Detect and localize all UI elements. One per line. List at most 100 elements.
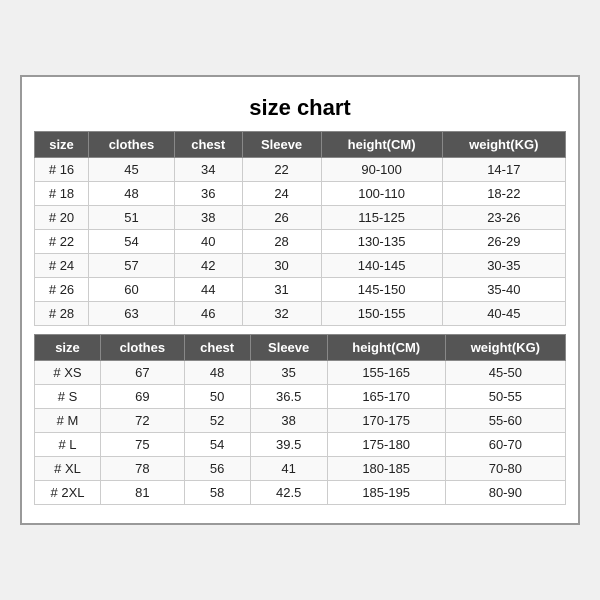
table-row: # XL785641180-18570-80 (35, 457, 566, 481)
column-header: size (35, 335, 101, 361)
table-cell: 48 (184, 361, 250, 385)
table-row: # 28634632150-15540-45 (35, 302, 566, 326)
table-cell: 56 (184, 457, 250, 481)
table-cell: 51 (89, 206, 175, 230)
table-cell: 26 (242, 206, 321, 230)
column-header: size (35, 132, 89, 158)
table-cell: # 18 (35, 182, 89, 206)
column-header: height(CM) (321, 132, 442, 158)
table-cell: 45-50 (445, 361, 565, 385)
table-cell: 58 (184, 481, 250, 505)
table-cell: 150-155 (321, 302, 442, 326)
table-cell: 67 (100, 361, 184, 385)
column-header: weight(KG) (445, 335, 565, 361)
table-cell: # 22 (35, 230, 89, 254)
table-cell: 28 (242, 230, 321, 254)
table-cell: # 28 (35, 302, 89, 326)
table-row: # 1645342290-10014-17 (35, 158, 566, 182)
table-row: # 20513826115-12523-26 (35, 206, 566, 230)
table-cell: 39.5 (250, 433, 327, 457)
table-cell: 75 (100, 433, 184, 457)
table-cell: 170-175 (327, 409, 445, 433)
table-row: # XS674835155-16545-50 (35, 361, 566, 385)
table-cell: 54 (89, 230, 175, 254)
table-cell: 80-90 (445, 481, 565, 505)
table-cell: 36 (174, 182, 242, 206)
column-header: clothes (100, 335, 184, 361)
table-cell: 14-17 (442, 158, 565, 182)
table-cell: 54 (184, 433, 250, 457)
column-header: Sleeve (242, 132, 321, 158)
table-cell: 38 (250, 409, 327, 433)
column-header: Sleeve (250, 335, 327, 361)
table-cell: 34 (174, 158, 242, 182)
table-cell: 22 (242, 158, 321, 182)
table-cell: 130-135 (321, 230, 442, 254)
table-cell: 55-60 (445, 409, 565, 433)
table-cell: # 2XL (35, 481, 101, 505)
table-cell: 30 (242, 254, 321, 278)
table-cell: 60-70 (445, 433, 565, 457)
column-header: chest (184, 335, 250, 361)
table-cell: 145-150 (321, 278, 442, 302)
table-cell: 50-55 (445, 385, 565, 409)
table-cell: 175-180 (327, 433, 445, 457)
table-cell: 155-165 (327, 361, 445, 385)
table-cell: 36.5 (250, 385, 327, 409)
table-cell: 140-145 (321, 254, 442, 278)
table-cell: # 20 (35, 206, 89, 230)
table-cell: 72 (100, 409, 184, 433)
table-cell: 180-185 (327, 457, 445, 481)
table-cell: 32 (242, 302, 321, 326)
column-header: weight(KG) (442, 132, 565, 158)
table-cell: 45 (89, 158, 175, 182)
table-cell: 63 (89, 302, 175, 326)
table-cell: 100-110 (321, 182, 442, 206)
table-cell: # M (35, 409, 101, 433)
table-cell: 60 (89, 278, 175, 302)
size-table-children: sizeclotheschestSleeveheight(CM)weight(K… (34, 131, 566, 326)
table-cell: # L (35, 433, 101, 457)
table-cell: # 24 (35, 254, 89, 278)
table-cell: 185-195 (327, 481, 445, 505)
column-header: chest (174, 132, 242, 158)
table-cell: 42 (174, 254, 242, 278)
size-table-adults: sizeclotheschestSleeveheight(CM)weight(K… (34, 334, 566, 505)
table-cell: 57 (89, 254, 175, 278)
table-row: # S695036.5165-17050-55 (35, 385, 566, 409)
table-row: # 2XL815842.5185-19580-90 (35, 481, 566, 505)
chart-title: size chart (34, 87, 566, 131)
table-cell: # XS (35, 361, 101, 385)
table-cell: 30-35 (442, 254, 565, 278)
table-cell: 69 (100, 385, 184, 409)
table-cell: 90-100 (321, 158, 442, 182)
table-cell: 50 (184, 385, 250, 409)
size-chart-card: size chart sizeclotheschestSleeveheight(… (20, 75, 580, 525)
table-cell: # XL (35, 457, 101, 481)
table-cell: 26-29 (442, 230, 565, 254)
table-cell: 38 (174, 206, 242, 230)
table-row: # L755439.5175-18060-70 (35, 433, 566, 457)
table-cell: 52 (184, 409, 250, 433)
table-cell: # 16 (35, 158, 89, 182)
table-cell: 40-45 (442, 302, 565, 326)
table-cell: 41 (250, 457, 327, 481)
table-cell: 35-40 (442, 278, 565, 302)
table-cell: 23-26 (442, 206, 565, 230)
table-cell: 44 (174, 278, 242, 302)
table-cell: 24 (242, 182, 321, 206)
table-cell: 70-80 (445, 457, 565, 481)
table-cell: 165-170 (327, 385, 445, 409)
table-cell: 31 (242, 278, 321, 302)
table-cell: 42.5 (250, 481, 327, 505)
table-row: # 22544028130-13526-29 (35, 230, 566, 254)
table-cell: # S (35, 385, 101, 409)
table-cell: 18-22 (442, 182, 565, 206)
table-cell: # 26 (35, 278, 89, 302)
table-cell: 35 (250, 361, 327, 385)
column-header: height(CM) (327, 335, 445, 361)
table-cell: 115-125 (321, 206, 442, 230)
table-cell: 48 (89, 182, 175, 206)
table-row: # M725238170-17555-60 (35, 409, 566, 433)
table-row: # 24574230140-14530-35 (35, 254, 566, 278)
